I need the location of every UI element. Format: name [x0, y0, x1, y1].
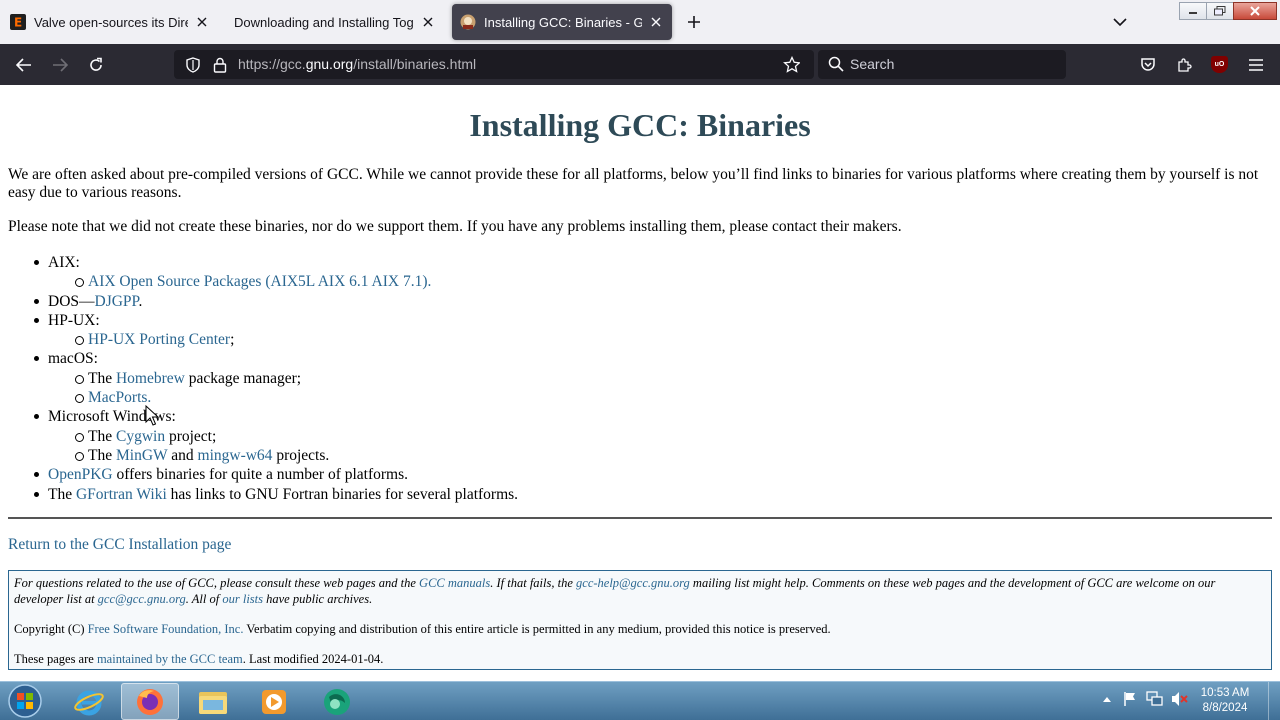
homebrew-link[interactable]: Homebrew — [116, 370, 185, 387]
list-item-macos: macOS: — [33, 349, 518, 368]
list-subitem: The Homebrew package manager; — [48, 369, 518, 388]
list-subitem: The Cygwin project; — [48, 427, 518, 446]
close-window-icon[interactable] — [1233, 2, 1277, 20]
list-item-windows: Microsoft Windows: — [33, 407, 518, 426]
window-controls — [1179, 2, 1277, 20]
our-lists-link[interactable]: our lists — [222, 592, 263, 606]
volume-muted-icon[interactable] — [1171, 690, 1189, 708]
engadget-icon: E — [10, 14, 26, 30]
bookmark-star-icon[interactable] — [783, 55, 800, 73]
tab-gcc-binaries[interactable]: Installing GCC: Binaries - GNU P — [452, 4, 672, 40]
new-tab-plus-icon[interactable] — [682, 10, 706, 34]
return-paragraph: Return to the GCC Installation page — [8, 536, 231, 554]
footer-copyright: Copyright (C) Free Software Foundation, … — [14, 622, 831, 636]
extensions-puzzle-icon[interactable] — [1171, 52, 1197, 78]
note-paragraph: Please note that we did not create these… — [8, 218, 902, 235]
footer-contact-text: For questions related to the use of GCC,… — [14, 576, 1216, 606]
url-text[interactable]: https://gcc.gnu.org/install/binaries.htm… — [238, 56, 476, 72]
menu-hamburger-icon[interactable] — [1243, 52, 1269, 78]
restore-icon[interactable] — [1206, 2, 1234, 20]
action-center-flag-icon[interactable] — [1121, 690, 1139, 708]
gcc-list-link[interactable]: gcc@gcc.gnu.org — [98, 592, 186, 606]
close-tab-icon[interactable] — [194, 14, 210, 30]
firefox-icon[interactable] — [121, 683, 179, 720]
file-explorer-icon[interactable] — [184, 683, 242, 720]
list-subitem: The MinGW and mingw-w64 projects. — [48, 446, 518, 465]
list-item-openpkg: OpenPKG offers binaries for quite a numb… — [33, 465, 518, 484]
show-hidden-icons-icon[interactable] — [1098, 690, 1116, 708]
macports-link[interactable]: MacPorts. — [88, 389, 151, 406]
list-subitem: MacPorts. — [48, 388, 518, 407]
mingw-w64-link[interactable]: mingw-w64 — [198, 447, 273, 464]
maintained-link[interactable]: maintained by the GCC team — [97, 652, 243, 666]
footer-box: For questions related to the use of GCC,… — [8, 570, 1272, 670]
minimize-icon[interactable] — [1179, 2, 1207, 20]
divider — [8, 517, 1272, 519]
clock-time: 10:53 AM — [1200, 687, 1250, 699]
back-arrow-icon[interactable] — [11, 52, 37, 78]
close-tab-icon[interactable] — [420, 14, 436, 30]
list-all-tabs-chevron-down-icon[interactable] — [1108, 12, 1132, 32]
cygwin-link[interactable]: Cygwin — [116, 428, 165, 445]
aix-packages-link[interactable]: AIX Open Source Packages (AIX5L AIX 6.1 … — [88, 273, 431, 290]
tab-valve[interactable]: E Valve open-sources its DirectX t — [2, 4, 218, 40]
tab-title: Installing GCC: Binaries - GNU P — [484, 14, 642, 30]
openpkg-link[interactable]: OpenPKG — [48, 466, 113, 483]
windows-taskbar: 10:53 AM 8/8/2024 — [0, 681, 1280, 720]
media-player-icon[interactable] — [245, 683, 303, 720]
search-bar[interactable]: Search — [818, 50, 1066, 79]
search-icon — [828, 56, 845, 73]
tracking-protection-shield-icon[interactable] — [184, 56, 201, 73]
internet-explorer-icon[interactable] — [60, 683, 118, 720]
network-icon[interactable] — [1146, 690, 1164, 708]
navigation-toolbar: https://gcc.gnu.org/install/binaries.htm… — [0, 44, 1280, 85]
ublock-origin-icon[interactable]: uO — [1211, 56, 1228, 73]
return-installation-link[interactable]: Return to the GCC Installation page — [8, 536, 231, 553]
page-title: Installing GCC: Binaries — [469, 107, 811, 143]
svg-text:E: E — [14, 16, 22, 30]
hpux-porting-center-link[interactable]: HP-UX Porting Center — [88, 331, 230, 348]
list-subitem: AIX Open Source Packages (AIX5L AIX 6.1 … — [48, 272, 518, 291]
gcc-help-link[interactable]: gcc-help@gcc.gnu.org — [576, 576, 690, 590]
gnu-gcc-icon — [460, 14, 476, 30]
start-button-windows-icon[interactable] — [4, 683, 46, 719]
list-item-dos: DOS—DJGPP. — [33, 292, 518, 311]
list-item-gfortran: The GFortran Wiki has links to GNU Fortr… — [33, 485, 519, 503]
reload-icon[interactable] — [83, 52, 109, 78]
system-clock[interactable]: 10:53 AM 8/8/2024 — [1192, 686, 1258, 716]
close-tab-icon[interactable] — [648, 14, 664, 30]
lock-icon[interactable] — [211, 56, 228, 73]
footer-maintained: These pages are maintained by the GCC te… — [14, 652, 384, 666]
page-content: Installing GCC: Binaries We are often as… — [0, 85, 1280, 681]
intro-paragraph: We are often asked about pre-compiled ve… — [8, 166, 1259, 201]
show-desktop-button[interactable] — [1268, 682, 1280, 720]
forward-arrow-icon[interactable] — [47, 52, 73, 78]
address-bar[interactable]: https://gcc.gnu.org/install/binaries.htm… — [174, 50, 814, 79]
gcc-manuals-link[interactable]: GCC manuals — [419, 576, 490, 590]
list-item-aix: AIX: — [33, 253, 518, 272]
tab-title: Downloading and Installing Togl — [234, 14, 414, 30]
tab-strip: E Valve open-sources its DirectX t Downl… — [0, 0, 1280, 44]
list-item-hpux: HP-UX: — [33, 311, 518, 330]
tab-title: Valve open-sources its DirectX t — [34, 14, 188, 30]
list-subitem: HP-UX Porting Center; — [48, 330, 518, 349]
gfortran-wiki-link[interactable]: GFortran Wiki — [76, 486, 167, 503]
mouse-cursor-icon — [145, 405, 159, 426]
tab-toggl[interactable]: Downloading and Installing Togl — [226, 4, 444, 40]
clock-date: 8/8/2024 — [1202, 702, 1248, 714]
binaries-list: AIX: AIX Open Source Packages (AIX5L AIX… — [33, 253, 519, 504]
search-placeholder: Search — [850, 56, 895, 72]
djgpp-link[interactable]: DJGPP — [95, 293, 139, 310]
app-icon[interactable] — [308, 683, 366, 720]
fsf-link[interactable]: Free Software Foundation, Inc. — [88, 622, 244, 636]
pocket-icon[interactable] — [1135, 52, 1161, 78]
mingw-link[interactable]: MinGW — [116, 447, 167, 464]
